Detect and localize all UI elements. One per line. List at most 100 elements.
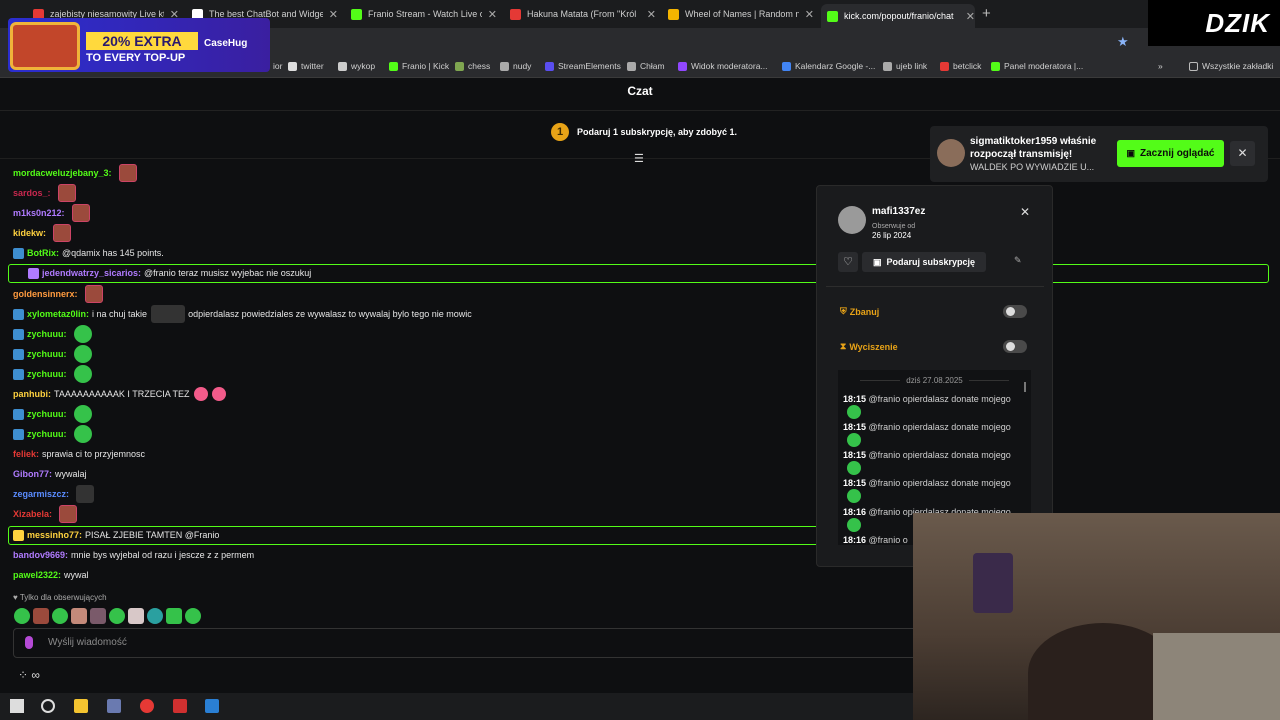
- bookmark-item[interactable]: StreamElements: [545, 61, 621, 71]
- bookmark-item[interactable]: ujeb link: [883, 61, 927, 71]
- emote-button[interactable]: [33, 608, 49, 624]
- close-icon[interactable]: ✕: [1230, 141, 1255, 166]
- bookmark-item[interactable]: Chłam: [627, 61, 665, 71]
- close-icon[interactable]: ✕: [805, 8, 814, 21]
- chat-username[interactable]: m1ks0n212:: [13, 208, 65, 218]
- chat-username[interactable]: zychuuu:: [27, 349, 67, 359]
- history-scrollbar[interactable]: [1024, 382, 1026, 392]
- chat-filter-icon[interactable]: ☰: [634, 152, 644, 165]
- chat-username[interactable]: Gibon77:: [13, 469, 52, 479]
- chat-username[interactable]: zegarmiszcz:: [13, 489, 69, 499]
- chat-username[interactable]: jedendwatrzy_sicarios:: [42, 268, 141, 278]
- pin-icon[interactable]: ✎: [1014, 255, 1022, 266]
- emote-button[interactable]: [90, 608, 106, 624]
- chrome-icon[interactable]: [140, 699, 154, 713]
- chat-username[interactable]: xylometaz0lin:: [27, 309, 89, 319]
- chat-username[interactable]: zychuuu:: [27, 329, 67, 339]
- bookmark-item[interactable]: betclick: [940, 61, 981, 71]
- chat-username[interactable]: Xizabela:: [13, 509, 52, 519]
- microphone-icon[interactable]: [25, 636, 33, 649]
- close-icon[interactable]: ✕: [647, 8, 656, 21]
- emote-image: [847, 489, 861, 503]
- bookmark-item[interactable]: Panel moderatora |...: [991, 61, 1083, 71]
- bookmark-favicon-icon: [338, 61, 347, 71]
- avatar: [838, 206, 866, 234]
- emote-button[interactable]: [71, 608, 87, 624]
- bookmark-label: twitter: [301, 61, 324, 71]
- app-icon[interactable]: [173, 699, 187, 713]
- chat-settings-icons[interactable]: ⁘ ∞: [18, 668, 40, 682]
- ban-toggle[interactable]: [1003, 305, 1027, 318]
- mod-badge-icon: [13, 408, 24, 420]
- chat-username[interactable]: sardos_:: [13, 188, 51, 198]
- bookmark-star-icon[interactable]: ★: [1117, 34, 1129, 50]
- promo-banner: 20% EXTRA TO EVERY TOP-UP CaseHug: [8, 18, 270, 72]
- chat-username[interactable]: mordacweluzjebany_3:: [13, 168, 112, 178]
- bookmark-item[interactable]: nudy: [500, 61, 531, 71]
- mod-badge-icon: [13, 348, 24, 360]
- emote-button[interactable]: [52, 608, 68, 624]
- bookmark-item[interactable]: Kalendarz Google -...: [782, 61, 875, 71]
- emote-button[interactable]: [14, 608, 30, 624]
- card-username[interactable]: mafi1337ez: [872, 206, 925, 217]
- chat-username[interactable]: zychuuu:: [27, 369, 67, 379]
- all-bookmarks-button[interactable]: Wszystkie zakładki: [1189, 61, 1273, 71]
- search-icon[interactable]: [41, 699, 55, 713]
- emote-button[interactable]: [147, 608, 163, 624]
- chat-username[interactable]: panhubi:: [13, 389, 51, 399]
- webcam-couch: [1153, 633, 1280, 720]
- chat-input[interactable]: Wyślij wiadomość: [13, 628, 918, 658]
- close-icon[interactable]: ✕: [1020, 205, 1030, 219]
- bookmark-label: ior: [273, 61, 283, 71]
- close-icon[interactable]: ✕: [329, 8, 338, 21]
- chat-message-text: TAAAAAAAAAAK I TRZECIA TEZ: [54, 389, 190, 399]
- bookmark-item[interactable]: Franio | Kick: [389, 61, 449, 71]
- bookmark-item[interactable]: wykop: [338, 61, 375, 71]
- chat-username[interactable]: BotRix:: [27, 248, 59, 258]
- bookmark-favicon-icon: [288, 61, 297, 71]
- tv-icon: ▣: [1126, 148, 1136, 158]
- folder-icon: [1189, 61, 1198, 71]
- gift-sub-button[interactable]: ▣ Podaruj subskrypcję: [862, 252, 986, 272]
- app-icon[interactable]: [107, 699, 121, 713]
- browser-tab[interactable]: kick.com/popout/franio/chat ✕: [821, 4, 975, 28]
- bookmark-label: nudy: [513, 61, 532, 71]
- emote-button[interactable]: [109, 608, 125, 624]
- bookmark-item[interactable]: twitter: [288, 61, 324, 71]
- file-explorer-icon[interactable]: [74, 699, 88, 713]
- tab-favicon-icon: [668, 8, 679, 20]
- close-icon[interactable]: ✕: [966, 10, 975, 23]
- chat-message-text: mnie bys wyjebal od razu i jescze z z pe…: [71, 550, 255, 560]
- start-watching-button[interactable]: ▣ Zacznij oglądać: [1117, 140, 1224, 167]
- chat-username[interactable]: zychuuu:: [27, 429, 67, 439]
- follow-heart-icon[interactable]: ♡: [838, 252, 858, 272]
- chat-message: messinho77: PISAŁ ZJEBIE TAMTEN @Franio: [13, 527, 219, 543]
- browser-tab[interactable]: Franio Stream - Watch Live on ✕: [345, 4, 497, 24]
- close-icon[interactable]: ✕: [488, 8, 497, 21]
- chat-username[interactable]: zychuuu:: [27, 409, 67, 419]
- timeout-toggle[interactable]: [1003, 340, 1027, 353]
- emote-button[interactable]: [128, 608, 144, 624]
- emote-image: [847, 433, 861, 447]
- browser-tab[interactable]: Wheel of Names | Random nam ✕: [662, 4, 814, 24]
- chat-username[interactable]: feliek:: [13, 449, 39, 459]
- emote-image: [84, 285, 103, 303]
- history-message: 18:15 @franio opierdalasz donata mojego: [843, 450, 1023, 475]
- chat-username[interactable]: goldensinnerx:: [13, 289, 78, 299]
- chat-username[interactable]: bandov9669:: [13, 550, 68, 560]
- bookmark-item[interactable]: Widok moderatora...: [678, 61, 768, 71]
- bookmark-item[interactable]: chess: [455, 61, 490, 71]
- chat-username[interactable]: kidekw:: [13, 228, 46, 238]
- bookmarks-more-button[interactable]: »: [1158, 61, 1163, 71]
- new-tab-button[interactable]: +: [982, 5, 991, 22]
- chat-username[interactable]: pawel2322:: [13, 570, 61, 580]
- emote-button[interactable]: [166, 608, 182, 624]
- chat-message: jedendwatrzy_sicarios: @franio teraz musi…: [28, 265, 311, 281]
- app-icon[interactable]: [205, 699, 219, 713]
- ban-label: Zbanuj: [849, 306, 880, 317]
- gift-sub-promo[interactable]: 1 Podaruj 1 subskrypcję, aby zdobyć 1.: [551, 123, 737, 141]
- windows-start-icon[interactable]: [10, 699, 24, 713]
- emote-button[interactable]: [185, 608, 201, 624]
- browser-tab[interactable]: Hakuna Matata (From "Król ✕: [504, 4, 656, 24]
- chat-username[interactable]: messinho77:: [27, 530, 82, 540]
